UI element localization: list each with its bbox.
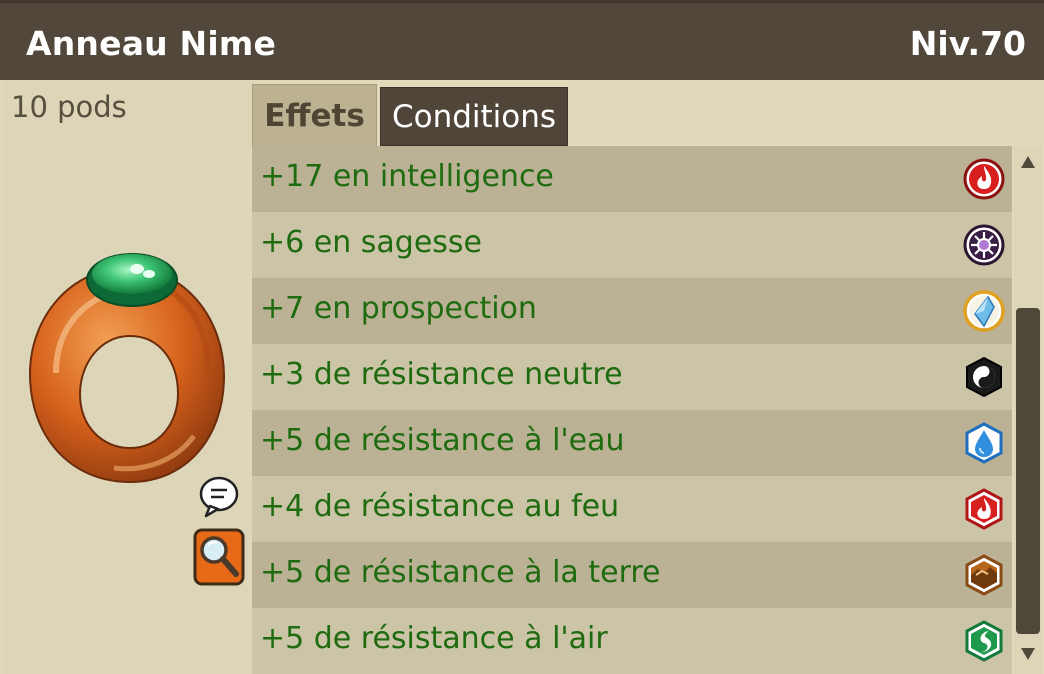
effect-row: +6 en sagesse (252, 212, 1012, 278)
title-bar: Anneau Nime Niv.70 (0, 0, 1044, 80)
effects-scrollbar[interactable] (1014, 146, 1042, 674)
effect-row: +3 de résistance neutre (252, 344, 1012, 410)
effect-row: +5 de résistance à l'eau (252, 410, 1012, 476)
fire-resistance-icon (965, 488, 1003, 530)
ring-image (28, 253, 226, 484)
effects-list: +17 en intelligence +6 en sagesse +7 en … (252, 146, 1012, 674)
effect-row: +7 en prospection (252, 278, 1012, 344)
effect-text: +5 de résistance à la terre (260, 555, 661, 590)
effect-text: +4 de résistance au feu (260, 489, 620, 524)
scroll-down-arrow-icon[interactable] (1021, 648, 1035, 660)
inspect-magnifier-icon[interactable] (193, 528, 245, 586)
scrollbar-thumb[interactable] (1016, 308, 1040, 634)
effect-text: +3 de résistance neutre (260, 357, 623, 392)
effect-row: +5 de résistance à l'air (252, 608, 1012, 674)
effect-row: +5 de résistance à la terre (252, 542, 1012, 608)
item-weight: 10 pods (11, 90, 127, 124)
effect-text: +7 en prospection (260, 291, 537, 326)
prospecting-icon (963, 290, 1005, 332)
scroll-up-arrow-icon[interactable] (1021, 156, 1035, 168)
fire-icon (963, 158, 1005, 200)
item-name: Anneau Nime (26, 24, 277, 63)
air-icon (965, 620, 1003, 662)
effect-text: +5 de résistance à l'air (260, 621, 608, 656)
neutral-icon (966, 356, 1002, 398)
item-tabs: Effets Conditions (252, 82, 1044, 146)
item-level: Niv.70 (909, 24, 1026, 63)
tab-effets[interactable]: Effets (252, 84, 377, 146)
effect-row: +17 en intelligence (252, 146, 1012, 212)
water-drop-icon (965, 422, 1003, 464)
earth-icon (965, 554, 1003, 596)
tab-conditions[interactable]: Conditions (380, 87, 568, 146)
effect-row: +4 de résistance au feu (252, 476, 1012, 542)
effect-text: +6 en sagesse (260, 225, 482, 260)
effect-text: +5 de résistance à l'eau (260, 423, 625, 458)
wisdom-icon (963, 224, 1005, 266)
chat-icon[interactable] (198, 474, 240, 518)
effect-text: +17 en intelligence (260, 159, 554, 194)
